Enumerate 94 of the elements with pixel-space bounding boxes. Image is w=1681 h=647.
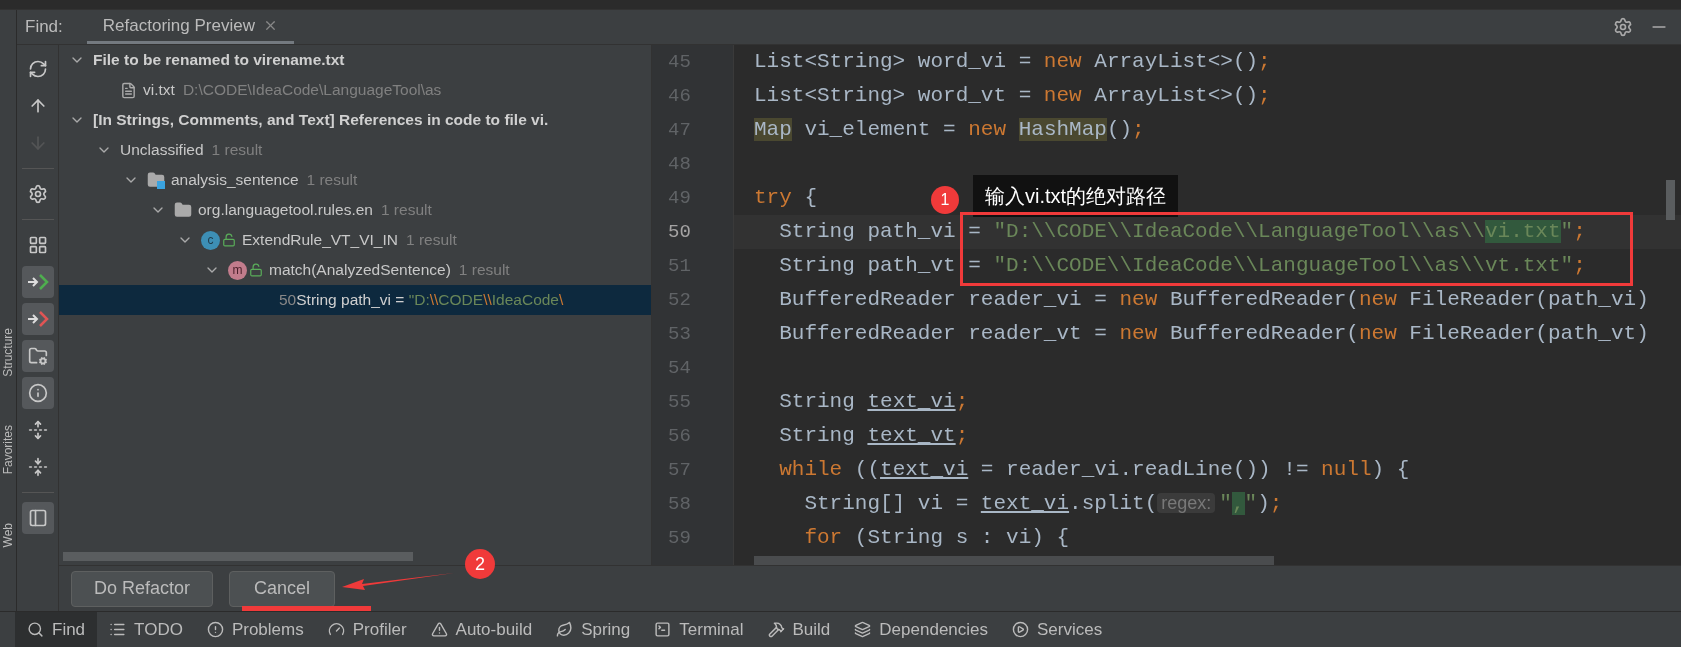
horizontal-scrollbar[interactable] xyxy=(63,552,413,561)
search-icon xyxy=(27,621,44,638)
method-icon: m xyxy=(228,260,247,280)
tree-label: vi.txt xyxy=(143,80,175,101)
tool-window-tab[interactable]: Dependencies xyxy=(842,612,1001,647)
code-line: String text_vi; xyxy=(778,389,969,416)
tree-row[interactable]: analysis_sentence 1 result xyxy=(59,165,651,195)
tree-label: [In Strings, Comments, and Text] References in code to file vi. xyxy=(93,110,549,131)
side-tab[interactable]: Web xyxy=(0,522,17,547)
code-line: List<String> word_vt = new ArrayList<>(); xyxy=(754,83,1271,110)
hammer-icon xyxy=(767,621,785,638)
tool-window-tab[interactable]: Services xyxy=(1000,612,1115,647)
refresh-icon xyxy=(27,59,48,79)
tree-detail: 1 result xyxy=(458,260,510,281)
lock-icon xyxy=(249,263,263,277)
code-line: String path_vi = "D:\\CODE\\IdeaCode\\LanguageTool\\as\\vi.txt"; xyxy=(778,219,1586,246)
terminal-icon xyxy=(654,621,672,638)
code-line: for (String s : vi) { xyxy=(803,525,1070,552)
tree-row[interactable]: m match(AnalyzedSentence) 1 result xyxy=(59,255,651,285)
settings-icon xyxy=(27,184,48,204)
play-icon xyxy=(1012,621,1030,638)
grid-icon xyxy=(27,235,48,255)
tree-label: analysis_sentence xyxy=(171,170,299,191)
class-icon: c xyxy=(201,230,220,250)
tool-button[interactable] xyxy=(21,502,54,534)
info-icon xyxy=(27,383,48,403)
tree-row[interactable]: c ExtendRule_VT_VI_IN 1 result xyxy=(59,225,651,255)
code-line: BufferedReader reader_vt = new BufferedReader(new FileReader(path_vt) xyxy=(778,321,1649,348)
tree-row[interactable]: File to be renamed to virename.txt xyxy=(59,45,651,75)
tool-button[interactable] xyxy=(21,266,54,298)
tree-label: Unclassified xyxy=(120,140,204,161)
tree-row[interactable]: Unclassified 1 result xyxy=(59,135,651,165)
arrow-into-bracket-icon xyxy=(26,273,49,291)
arrow-to-bracket-icon xyxy=(26,310,49,328)
tool-window-tab[interactable]: Auto-build xyxy=(418,612,545,647)
tool-button[interactable] xyxy=(21,303,54,335)
tree-row[interactable]: [In Strings, Comments, and Text] References in code to file vi. xyxy=(59,105,651,135)
side-tab[interactable]: Favorites xyxy=(0,425,17,475)
alert-icon xyxy=(206,621,224,638)
tree-detail: 1 result xyxy=(306,170,358,191)
tree-detail: D:\CODE\IdeaCode\LanguageTool\as xyxy=(182,80,442,101)
list-icon xyxy=(109,621,127,638)
tool-window-tab[interactable]: TODO xyxy=(97,612,195,647)
code-line: while ((text_vi = reader_vi.readLine()) != null) { xyxy=(778,457,1410,484)
file-icon xyxy=(120,81,137,99)
tree-label: ExtendRule_VT_VI_IN xyxy=(242,230,398,251)
tool-window-tab[interactable]: Problems xyxy=(194,612,316,647)
tree-detail: 1 result xyxy=(211,140,263,161)
code-line: String path_vt = "D:\\CODE\\IdeaCode\\LanguageTool\\as\\vt.txt"; xyxy=(778,253,1586,280)
tree-row[interactable]: 50String path_vi = "D:\\CODE\\IdeaCode\ xyxy=(59,285,651,315)
horizontal-scrollbar[interactable] xyxy=(754,556,1274,565)
tool-window-tab[interactable]: Build xyxy=(755,612,843,647)
code-line: String[] vi = text_vi.split( regex: ","); xyxy=(803,491,1283,518)
settings-icon[interactable] xyxy=(1613,17,1633,37)
tree-detail: 1 result xyxy=(405,230,457,251)
gauge-icon xyxy=(327,621,345,638)
tree-row[interactable]: vi.txt D:\CODE\IdeaCode\LanguageTool\as xyxy=(59,75,651,105)
expand-icon xyxy=(27,420,48,440)
tab[interactable]: Refactoring Preview xyxy=(86,10,294,44)
tree-label: match(AnalyzedSentence) xyxy=(269,260,451,281)
panel-icon xyxy=(27,508,48,528)
find-label: Find: xyxy=(25,16,63,39)
line-number: 50 xyxy=(279,290,297,311)
code-line: BufferedReader reader_vi = new BufferedReader(new FileReader(path_vi) xyxy=(778,287,1649,314)
warning-icon xyxy=(430,621,448,638)
code-line: List<String> word_vi = new ArrayList<>(); xyxy=(754,49,1271,76)
annotation-callout: 输入vi.txt的绝对路径 xyxy=(973,175,1179,217)
tree-row[interactable]: org.languagetool.rules.en 1 result xyxy=(59,195,651,225)
tree-label: File to be renamed to virename.txt xyxy=(93,50,345,71)
tree-detail: 1 result xyxy=(380,200,432,221)
collapse-icon xyxy=(27,457,48,477)
package-folder-icon xyxy=(174,201,192,219)
code-line: try { xyxy=(754,185,818,212)
vertical-scrollbar[interactable] xyxy=(1666,180,1675,220)
tool-button[interactable] xyxy=(21,340,54,372)
lock-icon xyxy=(222,233,236,247)
leaf-icon xyxy=(556,621,574,638)
side-tab[interactable]: Structure xyxy=(0,328,17,378)
tool-button[interactable] xyxy=(21,377,54,409)
usage-code: String path_vi = "D:\\CODE\\IdeaCode\ xyxy=(296,290,564,311)
tool-window-tab[interactable]: Profiler xyxy=(315,612,419,647)
tool-window-tab[interactable]: Spring xyxy=(544,612,643,647)
folder-gear-icon xyxy=(27,346,48,366)
annotation-badge: 2 xyxy=(465,549,495,579)
tool-window-tab[interactable]: Terminal xyxy=(642,612,756,647)
line-number: 50 xyxy=(667,219,692,245)
tree-label: org.languagetool.rules.en xyxy=(198,200,373,221)
layers-icon xyxy=(854,621,872,638)
tool-window-tab[interactable]: Find xyxy=(15,612,98,647)
code-line: String text_vt; xyxy=(778,423,969,450)
cancel-button[interactable]: Cancel xyxy=(229,570,335,607)
module-folder-icon xyxy=(147,171,165,189)
refactor-button[interactable]: Do Refactor xyxy=(71,570,213,607)
code-line: Map vi_element = new HashMap(); xyxy=(754,117,1145,144)
